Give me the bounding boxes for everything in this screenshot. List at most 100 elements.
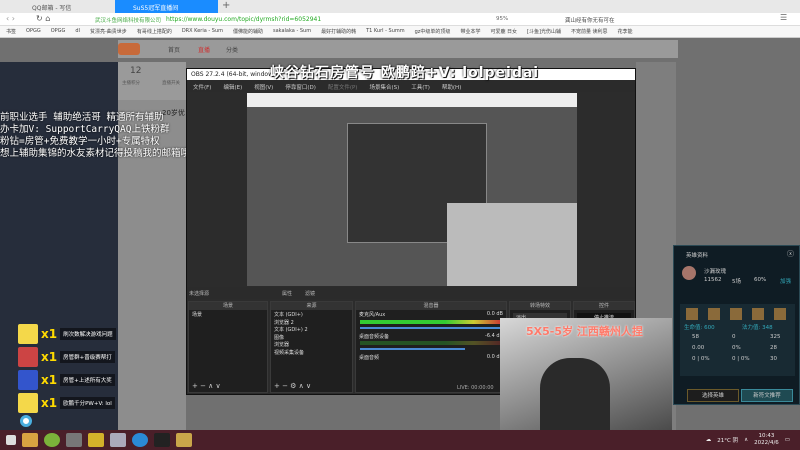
- bookmark[interactable]: 不宠前量 读利思: [571, 28, 608, 35]
- source-item[interactable]: 图像: [271, 333, 352, 341]
- mixer-channel: 桌面音频设备 -6.4 dB: [356, 332, 506, 340]
- menu-view[interactable]: 视图(V): [254, 83, 273, 91]
- bookmark[interactable]: 可爱鹿 日女: [490, 28, 517, 35]
- menu-file[interactable]: 文件(F): [193, 83, 211, 91]
- hero-count: 5场: [732, 279, 741, 285]
- menu-docks[interactable]: 停靠窗口(D): [285, 83, 316, 91]
- stat-value: 0%: [732, 345, 741, 351]
- clock[interactable]: 10:43 2022/4/6: [754, 433, 779, 447]
- scenes-dock: 场景 场景 + − ∧ ∨: [188, 301, 268, 393]
- zoom-level[interactable]: 95%: [496, 16, 508, 22]
- bookmark[interactable]: 花李能: [618, 28, 633, 35]
- stat-value: 0: [732, 334, 736, 340]
- bookmark[interactable]: OPGG: [26, 28, 41, 35]
- select-hero-button[interactable]: 选择英雄: [687, 389, 739, 402]
- assistant-icon[interactable]: [20, 415, 32, 427]
- properties-button[interactable]: 属性: [282, 290, 292, 297]
- bookmark[interactable]: sakalaka - Sum: [273, 28, 311, 35]
- rune-recommend-button[interactable]: 新符文推荐: [741, 389, 793, 402]
- start-icon[interactable]: [6, 435, 16, 445]
- stat-value: 0 | 0%: [692, 356, 710, 362]
- bookmark[interactable]: T1 Kurl - Summ: [366, 28, 405, 35]
- menu-icon[interactable]: ☰: [780, 13, 787, 22]
- obs-icon[interactable]: [154, 433, 170, 447]
- stat-value: 28: [770, 345, 777, 351]
- scene-controls[interactable]: + − ∧ ∨: [192, 382, 221, 390]
- weather[interactable]: 21°C 阴: [717, 436, 738, 444]
- volume-slider[interactable]: [360, 348, 465, 350]
- bookmark[interactable]: dl: [75, 28, 80, 35]
- time: 10:43: [758, 433, 775, 439]
- browser-icon[interactable]: [132, 433, 148, 447]
- audio-meter: [360, 319, 502, 324]
- bookmark[interactable]: 贫漂亮-曲贵世步: [90, 28, 127, 35]
- tray-chevron-icon[interactable]: ∧: [744, 437, 748, 443]
- bookmark[interactable]: 僵佛能的辅助: [233, 28, 263, 35]
- toggle-label[interactable]: 直播开关: [162, 80, 180, 86]
- explorer-icon[interactable]: [22, 433, 38, 447]
- obs-preview[interactable]: [247, 93, 577, 286]
- stream-banner: 峡谷钻石房管号 欧鹏踣+V: lolpeidai: [270, 65, 540, 81]
- bookmark[interactable]: DRX Keria - Sum: [182, 28, 223, 35]
- app-icon[interactable]: [88, 433, 104, 447]
- scene-item[interactable]: 场景: [189, 310, 267, 318]
- no-source-label: 未选择源: [189, 291, 210, 297]
- source-item[interactable]: 文本 (GDI+): [271, 310, 352, 318]
- tab-qq-mail[interactable]: QQ邮箱 - 写信: [14, 0, 75, 13]
- menu-help[interactable]: 帮助(H): [442, 83, 461, 91]
- nav-live[interactable]: 直播: [198, 45, 210, 54]
- source-item[interactable]: 文本 (GDI+) 2: [271, 325, 352, 333]
- hero-buff-link[interactable]: 加强: [780, 277, 791, 285]
- lol-icon[interactable]: [176, 433, 192, 447]
- app-icon[interactable]: [44, 433, 60, 447]
- menu-profile[interactable]: 配置文件(P): [328, 83, 358, 91]
- app-icon[interactable]: [110, 433, 126, 447]
- stat-value: 325: [770, 334, 781, 340]
- filters-button[interactable]: 滤镜: [305, 290, 315, 297]
- source-item[interactable]: 浏览器 2: [271, 318, 352, 326]
- nav-category[interactable]: 分类: [226, 45, 238, 54]
- hero-info-panel: 英雄资料 ⓧ 沙漏玫瑰 11562 5场 60% 加强 生命值: 600 法力值…: [673, 245, 800, 405]
- stats-box: 12 主播积分 直播开关: [118, 62, 186, 100]
- weather-icon[interactable]: ☁: [706, 437, 712, 443]
- nav-home[interactable]: 首页: [168, 45, 180, 54]
- source-controls[interactable]: + − ⚙ ∧ ∨: [274, 382, 311, 390]
- url-input[interactable]: https://www.douyu.com/topic/dyrmsh?rid=6…: [166, 16, 321, 23]
- bookmark[interactable]: 最好打辅助的韩: [321, 28, 356, 35]
- source-item[interactable]: 视频采集设备: [271, 348, 352, 356]
- stat-value: 0.00: [692, 345, 705, 351]
- bookmark[interactable]: OPGG: [51, 28, 66, 35]
- system-tray: ☁ 21°C 阴 ∧ 10:43 2022/4/6 ▭: [706, 433, 790, 447]
- tab-douyu[interactable]: SuS5冠军直播间: [115, 0, 218, 13]
- dock-title: 控件: [574, 302, 634, 310]
- back-icon[interactable]: ‹ ›: [6, 14, 15, 23]
- menu-scene-collection[interactable]: 场景集合(S): [369, 83, 399, 91]
- volume-slider[interactable]: [360, 326, 502, 329]
- menu-edit[interactable]: 编辑(E): [223, 83, 242, 91]
- nested-browser: [247, 93, 577, 107]
- date: 2022/4/6: [754, 440, 779, 446]
- obs-taskbar-icon[interactable]: [66, 433, 82, 447]
- dock-title: 混音器: [356, 302, 506, 310]
- gift-row: x1 房管+上述所有大奖: [18, 369, 116, 390]
- mixer-channel: 桌面音频 0.0 dB: [356, 353, 506, 361]
- bookmark[interactable]: gz中级单的顶级: [415, 28, 451, 35]
- bookmark[interactable]: 有哥线上搭配的: [137, 28, 172, 35]
- reload-icon[interactable]: ↻ ⌂: [36, 14, 50, 23]
- site-name: 武汉斗鱼网络科技有限公司: [95, 18, 162, 24]
- bookmark[interactable]: 书签: [6, 28, 16, 35]
- search-box[interactable]: 龚山经有你无有可在: [565, 16, 615, 24]
- bookmark[interactable]: 带业本学: [460, 28, 480, 35]
- menu-tools[interactable]: 工具(T): [411, 83, 430, 91]
- notification-icon[interactable]: ▭: [785, 437, 790, 443]
- source-item[interactable]: 浏览器: [271, 340, 352, 348]
- dock-title: 来源: [271, 302, 352, 310]
- dock-title: 转场特效: [510, 302, 570, 310]
- stat-value: 58: [692, 334, 699, 340]
- gift-icon: [18, 392, 38, 413]
- close-icon[interactable]: ⓧ: [787, 249, 794, 259]
- new-tab-icon[interactable]: +: [222, 0, 230, 11]
- gift-text: 刷次数解决游戏问题: [60, 327, 116, 340]
- bookmark[interactable]: [斗鱼]光伤山辅: [527, 28, 561, 35]
- score-count: 12: [130, 66, 142, 76]
